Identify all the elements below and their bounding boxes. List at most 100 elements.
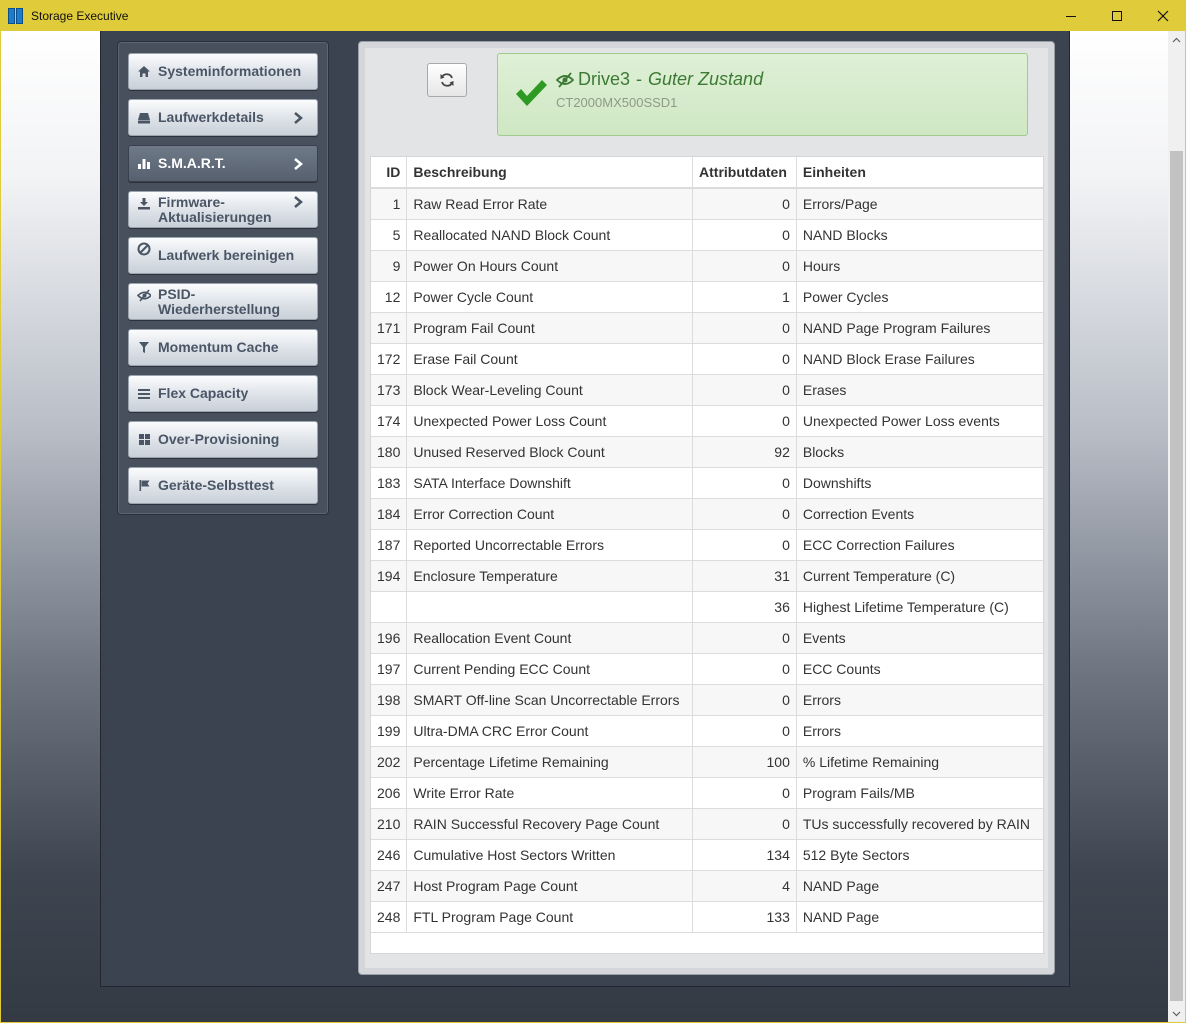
cell-description: SATA Interface Downshift [406, 467, 694, 499]
cell-attribute-data: 31 [692, 560, 797, 592]
sidebar-item-firmware-aktualisierungen[interactable]: Firmware-Aktualisierungen [128, 191, 318, 228]
table-row[interactable]: 247 Host Program Page Count 4 NAND Page [371, 870, 1043, 902]
table-row[interactable]: 194 Enclosure Temperature 31 Current Temper… [371, 560, 1043, 592]
cell-description: Reported Uncorrectable Errors [406, 529, 694, 561]
cell-units: TUs successfully recovered by RAIN [796, 808, 1043, 840]
table-row[interactable]: 206 Write Error Rate 0 Program Fails/MB [371, 777, 1043, 809]
column-header-units[interactable]: Einheiten [796, 157, 1043, 189]
column-header-attribute-data[interactable]: Attributdaten [692, 157, 797, 189]
cell-description: Cumulative Host Sectors Written [406, 839, 694, 871]
sidebar-item-systeminformationen[interactable]: Systeminformationen [128, 53, 318, 90]
scroll-down-button[interactable] [1168, 1005, 1185, 1022]
cell-id: 210 [371, 808, 408, 840]
chevron-right-icon [293, 111, 307, 124]
download-icon [137, 196, 151, 210]
cell-id: 196 [371, 622, 408, 654]
table-row[interactable]: 171 Program Fail Count 0 NAND Page Program … [371, 312, 1043, 344]
table-row[interactable]: 1 Raw Read Error Rate 0 Errors/Page [371, 188, 1043, 220]
table-row[interactable]: 196 Reallocation Event Count 0 Events [371, 622, 1043, 654]
sidebar-item-psid-wiederherstellung[interactable]: PSID-Wiederherstellung [128, 283, 318, 320]
cell-id: 248 [371, 901, 408, 933]
sidebar-item-laufwerkdetails[interactable]: Laufwerkdetails [128, 99, 318, 136]
vertical-scrollbar[interactable] [1168, 31, 1185, 1022]
sidebar-item-label: Firmware-Aktualisierungen [158, 193, 272, 225]
sidebar-item-over-provisioning[interactable]: Over-Provisioning [128, 421, 318, 458]
column-header-id[interactable]: ID [371, 157, 408, 189]
minimize-button[interactable] [1048, 0, 1094, 31]
table-row[interactable]: 197 Current Pending ECC Count 0 ECC Counts [371, 653, 1043, 685]
table-row[interactable]: 184 Error Correction Count 0 Correction Eve… [371, 498, 1043, 530]
cell-id: 180 [371, 436, 408, 468]
maximize-button[interactable] [1094, 0, 1140, 31]
table-row[interactable]: 248 FTL Program Page Count 133 NAND Page [371, 901, 1043, 933]
cell-attribute-data: 0 [692, 343, 797, 375]
sidebar-item-geraete-selbsttest[interactable]: Geräte-Selbsttest [128, 467, 318, 504]
status-separator: - [636, 69, 643, 89]
cell-attribute-data: 0 [692, 715, 797, 747]
refresh-button[interactable] [427, 63, 467, 97]
drive-icon [137, 111, 151, 125]
table-row[interactable]: 5 Reallocated NAND Block Count 0 NAND Block… [371, 219, 1043, 251]
filter-icon [137, 341, 151, 355]
cell-id: 1 [371, 188, 408, 220]
cell-attribute-data: 0 [692, 405, 797, 437]
smart-table: ID Beschreibung Attributdaten Einheiten … [371, 157, 1043, 933]
table-row[interactable]: 36 Highest Lifetime Temperature (C) [371, 591, 1043, 623]
cell-id: 172 [371, 343, 408, 375]
cell-description: Raw Read Error Rate [406, 188, 694, 220]
cell-description: Reallocated NAND Block Count [406, 219, 694, 251]
cell-units: Blocks [796, 436, 1043, 468]
scroll-thumb[interactable] [1170, 151, 1183, 1001]
table-row[interactable]: 210 RAIN Successful Recovery Page Count 0 T… [371, 808, 1043, 840]
sidebar-item-flex-capacity[interactable]: Flex Capacity [128, 375, 318, 412]
table-row[interactable]: 246 Cumulative Host Sectors Written 134 512… [371, 839, 1043, 871]
table-row[interactable]: 202 Percentage Lifetime Remaining 100% Lif… [371, 746, 1043, 778]
table-row[interactable]: 174 Unexpected Power Loss Count 0 Unexpecte… [371, 405, 1043, 437]
window-controls [1048, 0, 1186, 31]
table-row[interactable]: 173 Block Wear-Leveling Count 0 Erases [371, 374, 1043, 406]
table-row[interactable]: 172 Erase Fail Count 0 NAND Block Erase Fai… [371, 343, 1043, 375]
table-row[interactable]: 183 SATA Interface Downshift 0 Downshifts [371, 467, 1043, 499]
app-panel: Systeminformationen Laufwerkdetails S.M.… [100, 31, 1070, 987]
eye-slash-icon [137, 288, 151, 302]
cell-attribute-data: 0 [692, 467, 797, 499]
cell-attribute-data: 100 [692, 746, 797, 778]
cell-units: Errors [796, 715, 1043, 747]
checkmark-icon [516, 80, 547, 106]
sidebar-item-momentum-cache[interactable]: Momentum Cache [128, 329, 318, 366]
close-icon [1157, 10, 1169, 21]
table-row[interactable]: 9 Power On Hours Count 0 Hours [371, 250, 1043, 282]
cell-attribute-data: 0 [692, 188, 797, 220]
cell-id: 197 [371, 653, 408, 685]
cell-attribute-data: 0 [692, 219, 797, 251]
cell-attribute-data: 0 [692, 312, 797, 344]
sidebar-item-label: Systeminformationen [158, 63, 302, 79]
table-row[interactable]: 180 Unused Reserved Block Count 92 Blocks [371, 436, 1043, 468]
drive-model: CT2000MX500SSD1 [556, 95, 678, 110]
flag-icon [137, 479, 151, 493]
cell-id: 206 [371, 777, 408, 809]
cell-units: Highest Lifetime Temperature (C) [796, 591, 1043, 623]
sidebar-item-label: PSID-Wiederherstellung [158, 285, 281, 317]
close-button[interactable] [1140, 0, 1186, 31]
table-row[interactable]: 198 SMART Off-line Scan Uncorrectable Err… [371, 684, 1043, 716]
cell-attribute-data: 133 [692, 901, 797, 933]
table-row[interactable]: 199 Ultra-DMA CRC Error Count 0 Errors [371, 715, 1043, 747]
sidebar-item-smart[interactable]: S.M.A.R.T. [128, 145, 318, 182]
cell-description: FTL Program Page Count [406, 901, 694, 933]
cell-attribute-data: 0 [692, 374, 797, 406]
scroll-up-button[interactable] [1168, 31, 1185, 48]
table-row[interactable]: 187 Reported Uncorrectable Errors 0 ECC Cor… [371, 529, 1043, 561]
cell-attribute-data: 0 [692, 529, 797, 561]
cell-units: NAND Block Erase Failures [796, 343, 1043, 375]
cell-units: Current Temperature (C) [796, 560, 1043, 592]
sidebar-item-laufwerk-bereinigen[interactable]: Laufwerk bereinigen [128, 237, 318, 274]
cell-units: Events [796, 622, 1043, 654]
cell-id: 9 [371, 250, 408, 282]
column-header-description[interactable]: Beschreibung [406, 157, 694, 189]
cell-units: NAND Page [796, 870, 1043, 902]
list-icon [137, 387, 151, 401]
sidebar-item-label: Momentum Cache [158, 339, 279, 355]
table-row[interactable]: 12 Power Cycle Count 1 Power Cycles [371, 281, 1043, 313]
cell-units: % Lifetime Remaining [796, 746, 1043, 778]
